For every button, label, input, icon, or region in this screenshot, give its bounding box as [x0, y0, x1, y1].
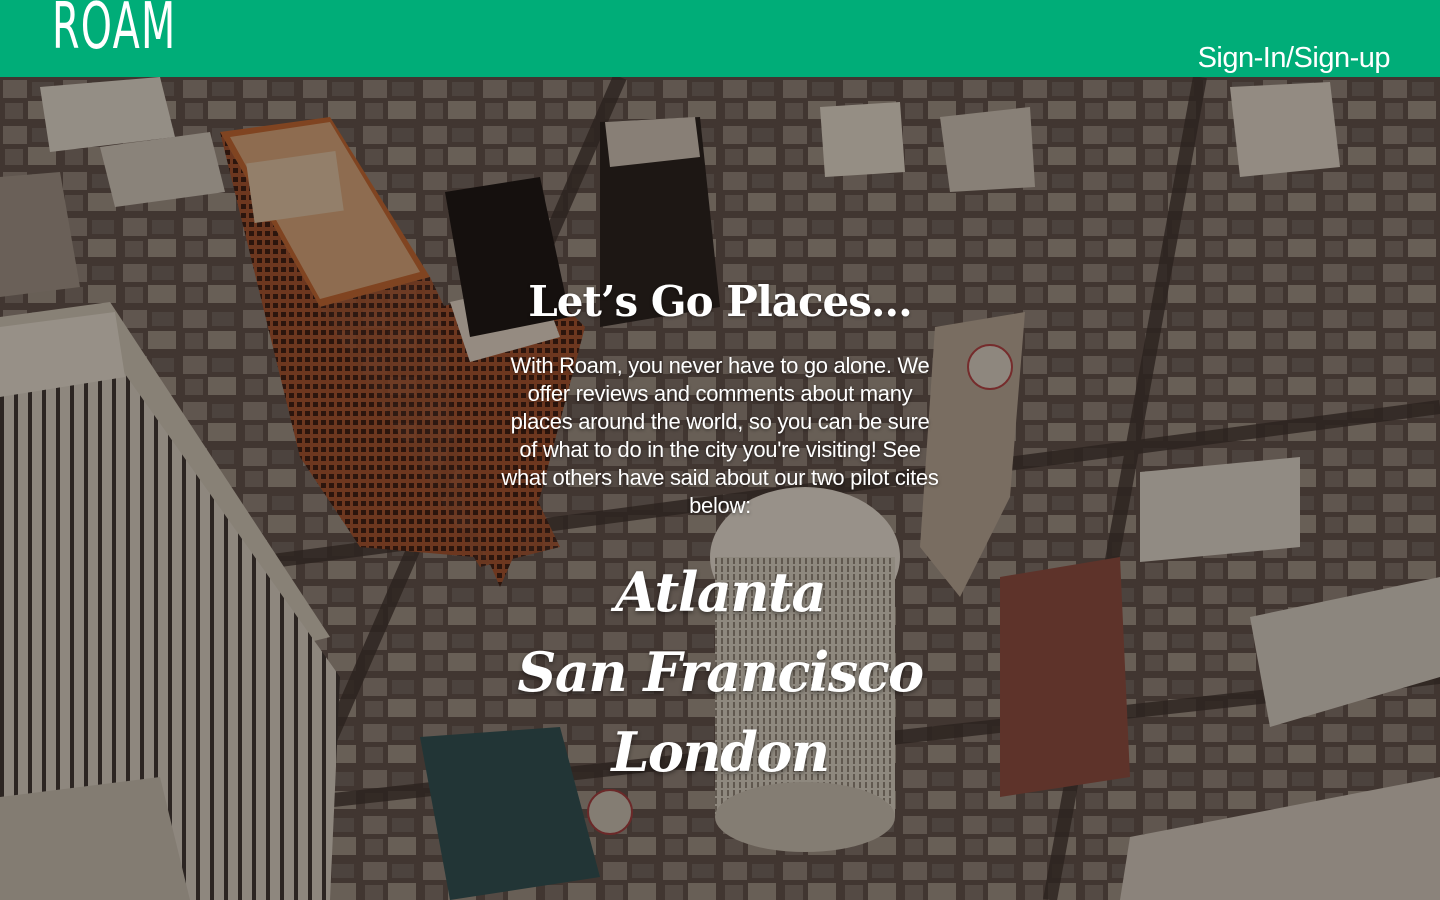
hero-intro-text: With Roam, you never have to go alone. W… — [501, 353, 939, 518]
roam-logo[interactable]: ROAM — [52, 0, 176, 66]
city-link-san-francisco[interactable]: San Francisco — [517, 640, 924, 704]
city-item: San Francisco — [0, 632, 1440, 712]
city-item: London — [0, 712, 1440, 792]
top-navbar: ROAM Sign-In/Sign-up — [0, 0, 1440, 77]
city-link-atlanta[interactable]: Atlanta — [615, 560, 827, 624]
city-link-london[interactable]: London — [611, 720, 830, 784]
hero-headline: Let’s Go Places... — [528, 277, 913, 326]
city-item: Atlanta — [0, 552, 1440, 632]
city-list: Atlanta San Francisco London — [0, 552, 1440, 792]
signin-signup-link[interactable]: Sign-In/Sign-up — [1198, 42, 1391, 75]
